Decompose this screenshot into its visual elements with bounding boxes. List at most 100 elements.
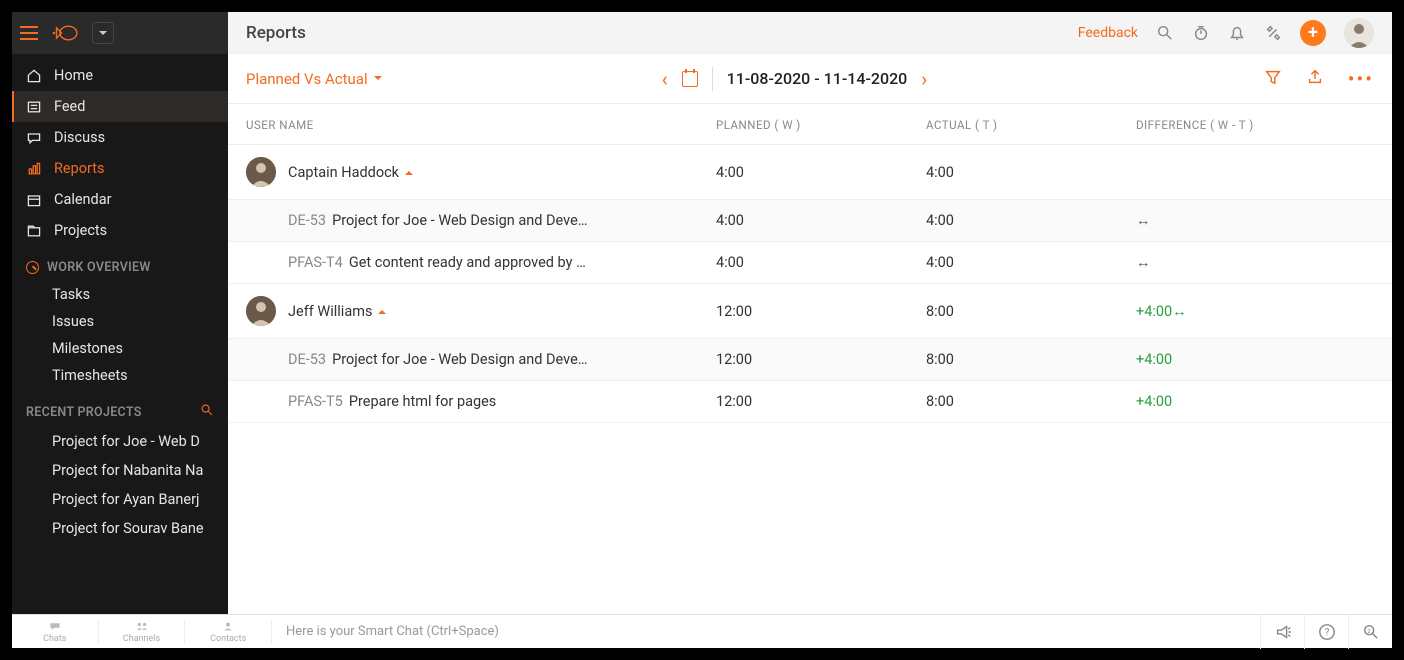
sidebar-label: Home xyxy=(54,67,93,84)
bottom-tabs: Chats Channels Contacts xyxy=(12,620,272,644)
bottom-tab-channels[interactable]: Channels xyxy=(99,620,186,644)
feedback-link[interactable]: Feedback xyxy=(1078,25,1138,41)
report-table: USER NAME PLANNED ( W ) ACTUAL ( T ) DIF… xyxy=(228,104,1392,648)
table-row-task[interactable]: DE-53Project for Joe - Web Design and De… xyxy=(228,200,1392,242)
recent-projects-header: RECENT PROJECTS xyxy=(12,389,228,427)
sidebar-item-reports[interactable]: Reports xyxy=(12,153,228,184)
actual-value: 4:00 xyxy=(926,212,1136,229)
task-id: PFAS-T4 xyxy=(288,254,343,271)
planned-value: 12:00 xyxy=(716,393,926,410)
search-projects-icon[interactable] xyxy=(200,403,214,421)
sidebar-item-issues[interactable]: Issues xyxy=(12,308,228,335)
table-row-user[interactable]: Captain Haddock 4:004:00 xyxy=(228,145,1392,200)
sidebar-label: Feed xyxy=(54,98,85,115)
help-icon[interactable]: ? xyxy=(1304,615,1348,649)
planned-value: 4:00 xyxy=(716,164,926,181)
planned-value: 4:00 xyxy=(716,254,926,271)
swap-icon xyxy=(1136,212,1151,229)
sidebar: Home Feed Discuss Reports Calendar xyxy=(12,12,228,648)
clock-icon xyxy=(26,261,39,274)
actual-value: 8:00 xyxy=(926,303,1136,320)
col-planned: PLANNED ( W ) xyxy=(716,118,926,132)
swap-icon xyxy=(1172,303,1187,320)
smart-chat-input[interactable]: Here is your Smart Chat (Ctrl+Space) xyxy=(272,624,1260,639)
svg-text:z: z xyxy=(1367,626,1370,634)
divider xyxy=(712,67,713,91)
more-icon[interactable]: ••• xyxy=(1348,67,1374,91)
sidebar-item-discuss[interactable]: Discuss xyxy=(12,122,228,153)
difference-value xyxy=(1136,254,1374,271)
recent-project-item[interactable]: Project for Sourav Bane xyxy=(12,514,228,543)
page-title: Reports xyxy=(246,23,306,43)
filter-icon[interactable] xyxy=(1264,68,1282,90)
date-range[interactable]: 11-08-2020 - 11-14-2020 xyxy=(727,69,908,88)
header-tools: Feedback + xyxy=(1078,18,1374,48)
section-title: WORK OVERVIEW xyxy=(47,260,151,275)
difference-value xyxy=(1136,212,1374,229)
actual-value: 4:00 xyxy=(926,164,1136,181)
tab-label: Contacts xyxy=(210,634,246,644)
actual-value: 8:00 xyxy=(926,393,1136,410)
home-icon xyxy=(26,68,42,84)
user-avatar-icon xyxy=(246,157,276,187)
user-avatar[interactable] xyxy=(1344,18,1374,48)
bottom-right: ? z xyxy=(1260,615,1392,649)
col-actual: ACTUAL ( T ) xyxy=(926,118,1136,132)
date-navigator: 11-08-2020 - 11-14-2020 xyxy=(662,67,928,91)
svg-text:?: ? xyxy=(1324,627,1329,638)
difference-value: +4:00 xyxy=(1136,351,1374,368)
add-button[interactable]: + xyxy=(1300,20,1326,46)
report-subheader: Planned Vs Actual 11-08-2020 - 11-14-202… xyxy=(228,54,1392,104)
announce-icon[interactable] xyxy=(1260,615,1304,649)
sidebar-item-tasks[interactable]: Tasks xyxy=(12,281,228,308)
search-icon[interactable] xyxy=(1156,24,1174,42)
table-row-task[interactable]: DE-53Project for Joe - Web Design and De… xyxy=(228,339,1392,381)
recent-project-item[interactable]: Project for Joe - Web D xyxy=(12,427,228,456)
actual-value: 4:00 xyxy=(926,254,1136,271)
planned-value: 4:00 xyxy=(716,212,926,229)
bottom-tab-contacts[interactable]: Contacts xyxy=(185,620,272,644)
table-body: Captain Haddock4:004:00DE-53Project for … xyxy=(228,145,1392,423)
sidebar-item-projects[interactable]: Projects xyxy=(12,215,228,246)
date-next-icon[interactable] xyxy=(921,67,927,91)
bell-icon[interactable] xyxy=(1228,24,1246,42)
user-name: Captain Haddock xyxy=(288,164,413,181)
export-icon[interactable] xyxy=(1306,68,1324,90)
user-avatar-icon xyxy=(246,296,276,326)
task-name: Prepare html for pages xyxy=(349,393,496,410)
settings-icon[interactable] xyxy=(1264,24,1282,42)
work-overview-header[interactable]: WORK OVERVIEW xyxy=(12,246,228,281)
main-header: Reports Feedback + xyxy=(228,12,1392,54)
sidebar-item-calendar[interactable]: Calendar xyxy=(12,184,228,215)
sidebar-item-timesheets[interactable]: Timesheets xyxy=(12,362,228,389)
date-prev-icon[interactable] xyxy=(662,67,668,91)
timer-icon[interactable] xyxy=(1192,24,1210,42)
sidebar-label: Calendar xyxy=(54,191,112,208)
section-title: RECENT PROJECTS xyxy=(26,405,142,420)
sidebar-item-milestones[interactable]: Milestones xyxy=(12,335,228,362)
workspace-switcher[interactable] xyxy=(92,22,114,44)
reports-icon xyxy=(26,161,42,177)
sidebar-header xyxy=(12,12,228,54)
swap-icon xyxy=(1136,254,1151,271)
projects-icon xyxy=(26,223,42,239)
table-row-task[interactable]: PFAS-T4Get content ready and approved by… xyxy=(228,242,1392,284)
table-row-user[interactable]: Jeff Williams12:008:00+4:00 xyxy=(228,284,1392,339)
table-header: USER NAME PLANNED ( W ) ACTUAL ( T ) DIF… xyxy=(228,104,1392,145)
calendar-picker-icon[interactable] xyxy=(682,71,698,87)
planned-value: 12:00 xyxy=(716,303,926,320)
zoom-icon[interactable]: z xyxy=(1348,615,1392,649)
sidebar-label: Discuss xyxy=(54,129,105,146)
recent-project-item[interactable]: Project for Ayan Banerj xyxy=(12,485,228,514)
task-id: PFAS-T5 xyxy=(288,393,343,410)
table-row-task[interactable]: PFAS-T5Prepare html for pages12:008:00+4… xyxy=(228,381,1392,423)
sidebar-item-feed[interactable]: Feed xyxy=(12,91,228,122)
report-type-selector[interactable]: Planned Vs Actual xyxy=(246,70,382,88)
menu-icon[interactable] xyxy=(20,26,38,40)
sidebar-label: Projects xyxy=(54,222,107,239)
logo-icon[interactable] xyxy=(48,22,82,44)
bottom-tab-chats[interactable]: Chats xyxy=(12,620,99,644)
recent-project-item[interactable]: Project for Nabanita Na xyxy=(12,456,228,485)
sidebar-item-home[interactable]: Home xyxy=(12,60,228,91)
task-id: DE-53 xyxy=(288,351,326,368)
